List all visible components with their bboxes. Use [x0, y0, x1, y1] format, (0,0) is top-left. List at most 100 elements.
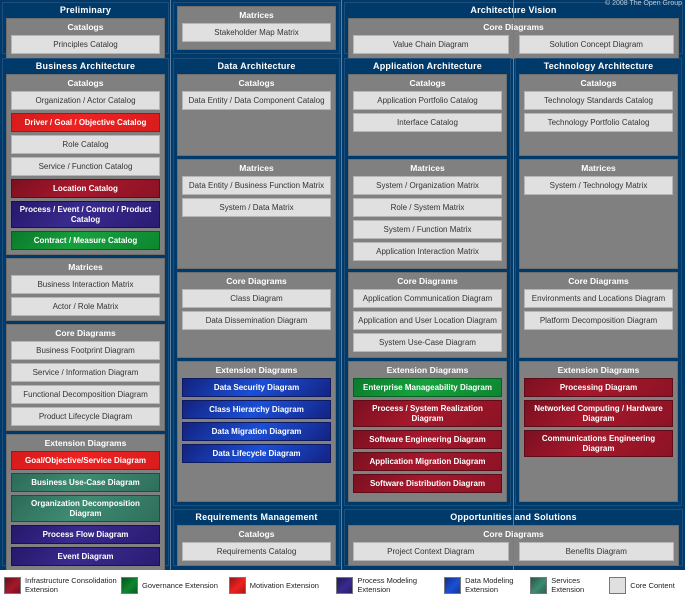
artifact-chip[interactable]: System / Organization Matrix	[353, 176, 502, 195]
artifact-chip[interactable]: Networked Computing / Hardware Diagram	[524, 400, 673, 427]
artifact-chip[interactable]: Platform Decomposition Diagram	[524, 311, 673, 330]
artifact-chip[interactable]: Contract / Measure Catalog	[11, 231, 160, 250]
legend-item: Core Content	[609, 576, 681, 594]
artifact-chip[interactable]: Application Migration Diagram	[353, 452, 502, 471]
artifact-chip[interactable]: Software Engineering Diagram	[353, 430, 502, 449]
artifact-chip[interactable]: Process / System Realization Diagram	[353, 400, 502, 427]
group-core-diagrams: Core Diagrams Environments and Locations…	[519, 272, 678, 358]
group-title: Catalogs	[238, 78, 275, 88]
artifact-chip[interactable]: Organization Decomposition Diagram	[11, 495, 160, 522]
group-title: Core Diagrams	[568, 276, 629, 286]
artifact-chip[interactable]: Process / Event / Control / Product Cata…	[11, 201, 160, 228]
artifact-chip[interactable]: Location Catalog	[11, 179, 160, 198]
artifact-list: Environments and Locations Diagram Platfo…	[524, 289, 673, 330]
artifact-chip[interactable]: Driver / Goal / Objective Catalog	[11, 113, 160, 132]
artifact-chip[interactable]: Class Hierarchy Diagram	[182, 400, 331, 419]
group-extension-diagrams: Extension Diagrams Enterprise Manageabil…	[348, 361, 507, 502]
artifact-chip[interactable]: Interface Catalog	[353, 113, 502, 132]
group-title: Matrices	[68, 262, 103, 272]
artifact-chip[interactable]: System Use-Case Diagram	[353, 333, 502, 352]
artifact-chip[interactable]: Service / Function Catalog	[11, 157, 160, 176]
artifact-chip[interactable]: Project Context Diagram	[353, 542, 509, 561]
artifact-chip[interactable]: Communications Engineering Diagram	[524, 430, 673, 457]
artifact-chip[interactable]: Data Dissemination Diagram	[182, 311, 331, 330]
artifact-chip[interactable]: Goal/Objective/Service Diagram	[11, 451, 160, 470]
artifact-chip[interactable]: Benefits Diagram	[518, 542, 674, 561]
phase-data-architecture[interactable]: Data Architecture Catalogs Data Entity /…	[173, 58, 340, 506]
artifact-chip[interactable]: Technology Standards Catalog	[524, 91, 673, 110]
group-matrices: Matrices System / Organization Matrix Rol…	[348, 159, 507, 269]
artifact-chip[interactable]: Principles Catalog	[11, 35, 160, 54]
artifact-list: Data Entity / Data Component Catalog	[182, 91, 331, 110]
group-matrices: Matrices Data Entity / Business Function…	[177, 159, 336, 269]
group-title: Catalogs	[238, 529, 275, 539]
phase-title: Preliminary	[59, 5, 112, 15]
artifact-chip[interactable]: Environments and Locations Diagram	[524, 289, 673, 308]
legend-label: Process Modeling Extension	[357, 576, 418, 594]
artifact-chip[interactable]: Role Catalog	[11, 135, 160, 154]
artifact-chip[interactable]: Application and User Location Diagram	[353, 311, 502, 330]
artifact-chip[interactable]: Event Diagram	[11, 547, 160, 566]
phase-preliminary[interactable]: Preliminary Catalogs Principles Catalog	[2, 2, 169, 59]
artifact-chip[interactable]: Data Migration Diagram	[182, 422, 331, 441]
artifact-chip[interactable]: Software Distribution Diagram	[353, 474, 502, 493]
artifact-chip[interactable]: System / Technology Matrix	[524, 176, 673, 195]
legend-swatch-motiv	[228, 576, 246, 594]
legend-label: Core Content	[630, 580, 675, 590]
artifact-chip[interactable]: System / Data Matrix	[182, 198, 331, 217]
artifact-chip[interactable]: Organization / Actor Catalog	[11, 91, 160, 110]
artifact-chip[interactable]: Business Footprint Diagram	[11, 341, 160, 360]
artifact-chip[interactable]: Stakeholder Map Matrix	[182, 23, 331, 42]
phase-requirements-management[interactable]: Requirements Management Catalogs Require…	[173, 509, 340, 566]
artifact-chip[interactable]: Functional Decomposition Diagram	[11, 385, 160, 404]
group-title: Matrices	[410, 163, 445, 173]
artifact-list: Data Security Diagram Class Hierarchy Dia…	[182, 378, 331, 463]
artifact-chip[interactable]: Role / System Matrix	[353, 198, 502, 217]
artifact-chip[interactable]: Actor / Role Matrix	[11, 297, 160, 316]
artifact-chip[interactable]: Business Use-Case Diagram	[11, 473, 160, 492]
artifact-chip[interactable]: Data Entity / Data Component Catalog	[182, 91, 331, 110]
group-title: Extension Diagrams	[557, 365, 640, 375]
artifact-chip[interactable]: Data Entity / Business Function Matrix	[182, 176, 331, 195]
group-title: Matrices	[581, 163, 616, 173]
group-title: Core Diagrams	[226, 276, 287, 286]
legend-swatch-gov	[121, 576, 139, 594]
artifact-list: Stakeholder Map Matrix	[182, 23, 331, 42]
group-matrices: Matrices Business Interaction Matrix Acto…	[6, 258, 165, 321]
artifact-chip[interactable]: Process Flow Diagram	[11, 525, 160, 544]
legend-label: Data Modeling Extension	[465, 576, 514, 594]
artifact-chip[interactable]: Application Interaction Matrix	[353, 242, 502, 261]
artifact-chip[interactable]: Requirements Catalog	[182, 542, 331, 561]
legend-swatch-infra	[4, 576, 21, 594]
phase-business-architecture[interactable]: Business Architecture Catalogs Organizat…	[2, 58, 169, 571]
artifact-chip[interactable]: Value Chain Diagram	[353, 35, 509, 54]
artifact-chip[interactable]: System / Function Matrix	[353, 220, 502, 239]
artifact-list: Data Entity / Business Function Matrix Sy…	[182, 176, 331, 217]
phase-technology-architecture[interactable]: Technology Architecture Catalogs Technol…	[515, 58, 682, 506]
group-catalogs: Catalogs Requirements Catalog	[177, 525, 336, 566]
phase-application-architecture[interactable]: Application Architecture Catalogs Applic…	[344, 58, 511, 506]
group-extension-diagrams: Extension Diagrams Goal/Objective/Servic…	[6, 434, 165, 571]
artifact-chip[interactable]: Solution Concept Diagram	[518, 35, 674, 54]
artifact-chip[interactable]: Service / Information Diagram	[11, 363, 160, 382]
artifact-chip[interactable]: Application Communication Diagram	[353, 289, 502, 308]
artifact-chip[interactable]: Product Lifecycle Diagram	[11, 407, 160, 426]
legend-item: Process Modeling Extension	[336, 576, 444, 594]
artifact-list: Goal/Objective/Service Diagram Business U…	[11, 451, 160, 566]
artifact-chip[interactable]: Data Security Diagram	[182, 378, 331, 397]
artifact-chip[interactable]: Processing Diagram	[524, 378, 673, 397]
togaf-artifact-map: © 2008 The Open Group Preliminary Catalo…	[0, 0, 685, 600]
phase-stakeholder-matrix[interactable]: Matrices Stakeholder Map Matrix	[173, 2, 340, 54]
artifact-list: Processing Diagram Networked Computing / …	[524, 378, 673, 457]
artifact-chip[interactable]: Class Diagram	[182, 289, 331, 308]
artifact-chip[interactable]: Business Interaction Matrix	[11, 275, 160, 294]
group-catalogs: Catalogs Principles Catalog	[6, 18, 165, 59]
artifact-chip[interactable]: Technology Portfolio Catalog	[524, 113, 673, 132]
artifact-chip[interactable]: Application Portfolio Catalog	[353, 91, 502, 110]
artifact-chip[interactable]: Data Lifecycle Diagram	[182, 444, 331, 463]
artifact-chip[interactable]: Enterprise Manageability Diagram	[353, 378, 502, 397]
group-title: Catalogs	[67, 22, 104, 32]
legend-item: Services Extension	[530, 576, 609, 594]
legend-swatch-datamod	[444, 576, 462, 594]
artifact-list: Business Footprint Diagram Service / Info…	[11, 341, 160, 426]
